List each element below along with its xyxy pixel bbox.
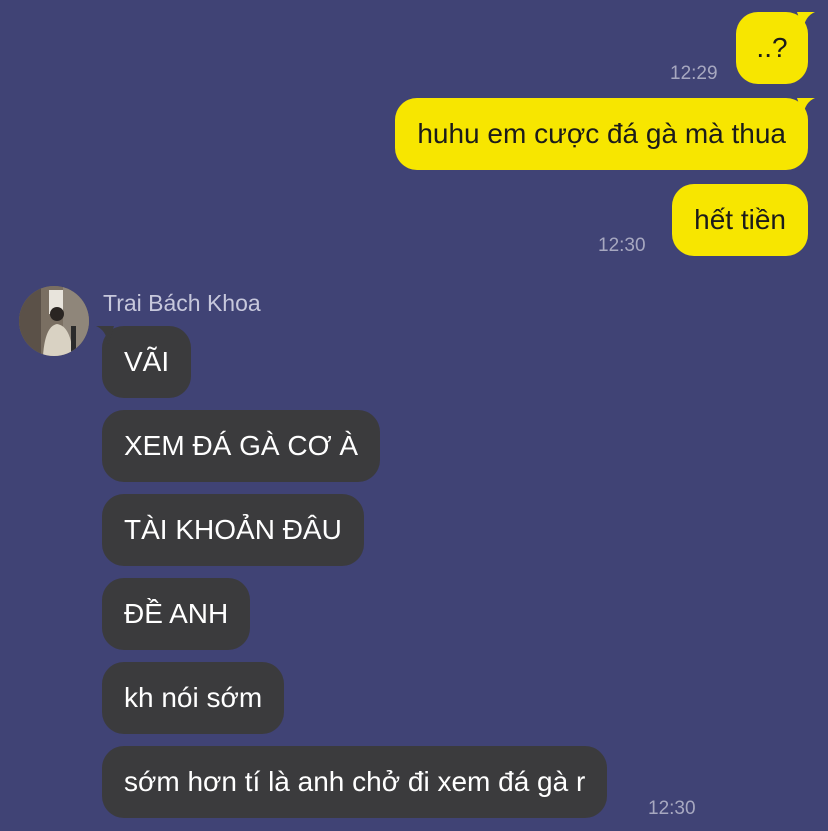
message-text: huhu em cược đá gà mà thua	[417, 118, 786, 149]
received-message[interactable]: TÀI KHOẢN ĐÂU	[102, 494, 364, 566]
received-message[interactable]: sớm hơn tí là anh chở đi xem đá gà r	[102, 746, 608, 818]
message-text: TÀI KHOẢN ĐÂU	[124, 514, 342, 545]
message-text: sớm hơn tí là anh chở đi xem đá gà r	[124, 766, 586, 797]
message-text: hết tiền	[694, 204, 786, 235]
message-text: VÃI	[124, 346, 170, 377]
sent-message[interactable]: hết tiền	[672, 184, 808, 256]
message-timestamp: 12:29	[670, 63, 718, 84]
bubble-tail-icon	[797, 98, 815, 116]
profile-photo-icon	[19, 286, 89, 356]
message-timestamp: 12:30	[648, 798, 696, 819]
message-timestamp: 12:30	[598, 235, 646, 256]
message-text: ĐỀ ANH	[124, 598, 229, 629]
received-message[interactable]: kh nói sớm	[102, 662, 285, 734]
sent-message[interactable]: huhu em cược đá gà mà thua	[395, 98, 808, 170]
bubble-tail-icon	[96, 326, 114, 344]
message-text: XEM ĐÁ GÀ CƠ À	[124, 430, 359, 461]
bubble-tail-icon	[797, 12, 815, 30]
received-message[interactable]: XEM ĐÁ GÀ CƠ À	[102, 410, 381, 482]
message-text: kh nói sớm	[124, 682, 263, 713]
received-message[interactable]: VÃI	[102, 326, 192, 398]
received-message[interactable]: ĐỀ ANH	[102, 578, 251, 650]
sender-avatar[interactable]	[19, 286, 89, 356]
message-text: ..?	[756, 32, 788, 63]
sender-name: Trai Bách Khoa	[103, 290, 261, 316]
